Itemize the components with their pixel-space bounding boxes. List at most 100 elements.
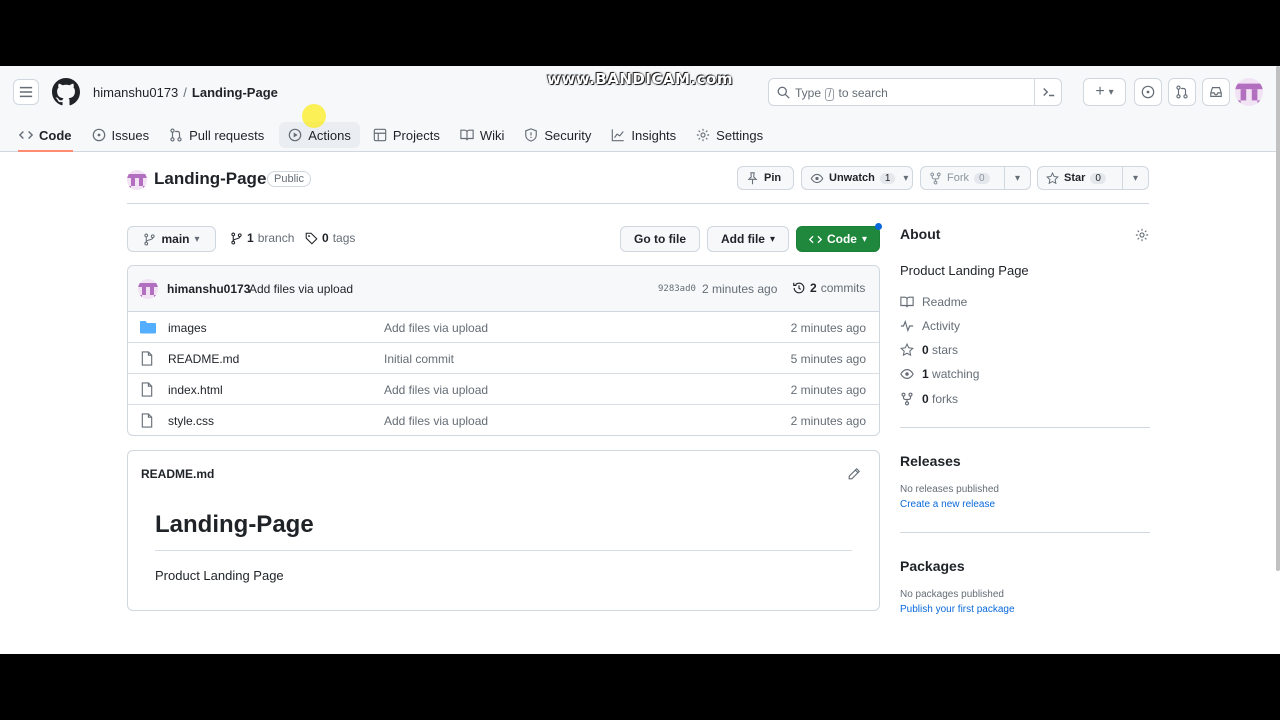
activity-link[interactable]: Activity xyxy=(900,319,960,333)
forks-link[interactable]: 0 forks xyxy=(900,392,958,406)
pin-button[interactable]: Pin xyxy=(737,166,794,190)
page-scrollbar[interactable] xyxy=(1276,66,1280,571)
fork-count: 0 xyxy=(974,172,990,184)
file-name[interactable]: images xyxy=(168,321,207,335)
star-dropdown[interactable]: ▾ xyxy=(1122,167,1148,189)
pull-requests-button[interactable] xyxy=(1168,78,1196,106)
readme-filename[interactable]: README.md xyxy=(141,467,214,481)
watching-link[interactable]: 1 watching xyxy=(900,367,979,381)
branches-link[interactable]: 1 branch xyxy=(230,231,294,245)
tab-security[interactable]: Security xyxy=(515,118,600,152)
chevron-down-icon: ▾ xyxy=(1132,172,1139,184)
graph-icon xyxy=(612,129,625,142)
file-age: 2 minutes ago xyxy=(790,414,866,428)
pulse-icon xyxy=(900,319,914,333)
command-palette-button[interactable] xyxy=(1034,78,1062,106)
file-name[interactable]: style.css xyxy=(168,414,214,428)
commits-link[interactable]: 2 commits xyxy=(792,281,865,295)
table-row[interactable]: index.html Add files via upload 2 minute… xyxy=(128,374,879,405)
tab-actions-label: Actions xyxy=(308,127,351,143)
star-icon xyxy=(1046,171,1059,184)
unwatch-label: Unwatch xyxy=(829,172,875,184)
readme-link[interactable]: Readme xyxy=(900,295,967,309)
commit-time: 2 minutes ago xyxy=(702,282,778,296)
star-button[interactable]: Star 0 ▾ xyxy=(1037,166,1149,190)
file-list: himanshu0173 Add files via upload 9283ad… xyxy=(127,265,880,436)
pencil-icon[interactable] xyxy=(847,467,861,481)
table-row[interactable]: images Add files via upload 2 minutes ag… xyxy=(128,312,879,343)
file-commit-message[interactable]: Initial commit xyxy=(384,352,454,366)
tab-pull-requests[interactable]: Pull requests xyxy=(160,118,273,152)
recording-watermark: www.BANDICAM.com xyxy=(546,70,733,88)
commit-author[interactable]: himanshu0173 xyxy=(167,282,250,296)
packages-empty: No packages published xyxy=(900,589,1004,600)
sidebar-divider xyxy=(900,532,1150,533)
table-row[interactable]: style.css Add files via upload 2 minutes… xyxy=(128,405,879,435)
tab-insights[interactable]: Insights xyxy=(602,118,685,152)
star-icon xyxy=(900,343,914,357)
fork-dropdown[interactable]: ▾ xyxy=(1004,167,1030,189)
search-input[interactable]: Type / to search xyxy=(768,78,1062,106)
file-commit-message[interactable]: Add files via upload xyxy=(384,383,488,397)
tab-wiki[interactable]: Wiki xyxy=(451,118,514,152)
add-file-button[interactable]: Add file ▾ xyxy=(707,226,789,252)
tab-insights-label: Insights xyxy=(631,127,677,143)
breadcrumb: himanshu0173 / Landing-Page xyxy=(93,85,278,100)
watching-label: watching xyxy=(932,367,980,381)
branch-selector[interactable]: main ▾ xyxy=(127,226,216,252)
stars-link[interactable]: 0 stars xyxy=(900,343,958,357)
repo-name[interactable]: Landing-Page xyxy=(154,169,266,189)
file-commit-message[interactable]: Add files via upload xyxy=(384,321,488,335)
tab-code[interactable]: Code xyxy=(10,118,81,152)
watching-count: 1 xyxy=(922,367,929,381)
breadcrumb-repo[interactable]: Landing-Page xyxy=(192,85,278,100)
tab-settings[interactable]: Settings xyxy=(687,118,772,152)
commit-sha[interactable]: 9283ad0 xyxy=(658,284,696,294)
code-button[interactable]: Code ▾ xyxy=(796,226,880,252)
file-name[interactable]: index.html xyxy=(168,383,223,397)
tab-projects[interactable]: Projects xyxy=(364,118,449,152)
file-commit-message[interactable]: Add files via upload xyxy=(384,414,488,428)
readme-panel: README.md Landing-Page Product Landing P… xyxy=(127,450,880,611)
identicon-icon xyxy=(127,174,147,190)
releases-heading[interactable]: Releases xyxy=(900,453,961,469)
tab-issues[interactable]: Issues xyxy=(83,118,159,152)
watch-count: 1 xyxy=(879,172,896,184)
latest-commit-bar: himanshu0173 Add files via upload 9283ad… xyxy=(128,266,879,312)
unwatch-button[interactable]: Unwatch 1 ▾ xyxy=(801,166,913,190)
code-icon xyxy=(808,235,822,243)
git-branch-icon xyxy=(144,233,156,245)
hamburger-icon xyxy=(19,86,33,98)
book-icon xyxy=(460,129,474,141)
file-name[interactable]: README.md xyxy=(168,352,239,366)
fork-button[interactable]: Fork 0 ▾ xyxy=(920,166,1031,190)
gear-icon[interactable] xyxy=(1135,228,1149,242)
star-count: 0 xyxy=(1090,172,1106,184)
eye-icon xyxy=(810,173,824,183)
create-release-link[interactable]: Create a new release xyxy=(900,499,995,510)
readme-divider xyxy=(155,550,852,551)
go-to-file-button[interactable]: Go to file xyxy=(620,226,700,252)
commit-message[interactable]: Add files via upload xyxy=(249,282,353,296)
commit-author-avatar[interactable] xyxy=(138,279,158,299)
table-row[interactable]: README.md Initial commit 5 minutes ago xyxy=(128,343,879,374)
tags-link[interactable]: 0 tags xyxy=(305,231,355,245)
create-new-button[interactable]: + ▾ xyxy=(1083,78,1126,106)
inbox-button[interactable] xyxy=(1202,78,1230,106)
identicon-icon xyxy=(1235,83,1263,106)
file-icon xyxy=(141,382,153,397)
breadcrumb-owner[interactable]: himanshu0173 xyxy=(93,85,178,100)
code-label: Code xyxy=(826,232,857,246)
github-logo-icon[interactable] xyxy=(52,78,80,106)
go-to-file-label: Go to file xyxy=(634,232,686,246)
tab-wiki-label: Wiki xyxy=(479,127,505,143)
owner-avatar[interactable] xyxy=(127,170,147,190)
search-shortcut-key: / xyxy=(825,88,835,101)
publish-package-link[interactable]: Publish your first package xyxy=(900,604,1015,615)
user-avatar[interactable] xyxy=(1235,78,1263,106)
file-age: 2 minutes ago xyxy=(790,321,866,335)
issues-button[interactable] xyxy=(1134,78,1162,106)
stars-label: stars xyxy=(932,343,959,357)
packages-heading[interactable]: Packages xyxy=(900,558,965,574)
menu-button[interactable] xyxy=(13,79,39,105)
